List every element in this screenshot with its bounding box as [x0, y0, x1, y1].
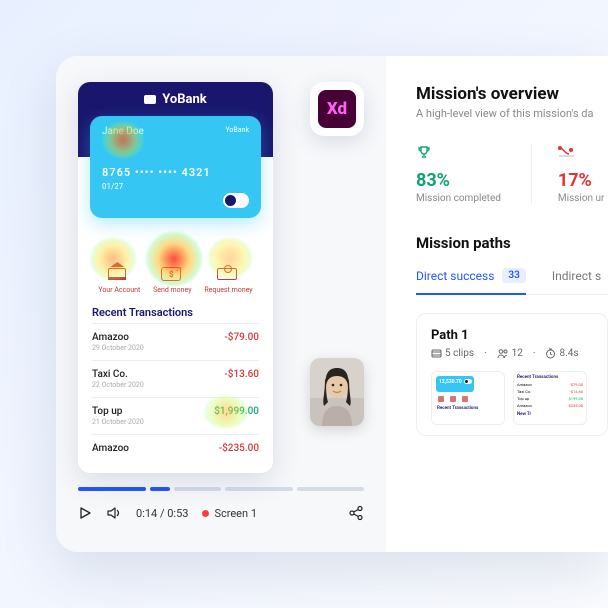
- scrub-bar[interactable]: [78, 487, 364, 491]
- tab-indirect[interactable]: Indirect s: [552, 268, 601, 294]
- completed-label: Mission completed: [416, 193, 501, 204]
- card-bank-label: YoBank: [225, 126, 249, 134]
- request-money-icon: [217, 268, 237, 280]
- transaction-amount: -$79.00: [224, 332, 259, 343]
- tab-count-badge: 33: [502, 268, 525, 283]
- share-button[interactable]: [348, 505, 364, 521]
- overview-title: Mission's overview: [416, 84, 608, 104]
- duration-meta: 8.4s: [545, 348, 578, 359]
- card-toggle[interactable]: [223, 193, 249, 208]
- incomplete-percent: 17%: [558, 170, 605, 191]
- bank-icon: [108, 268, 126, 280]
- transaction-row[interactable]: Amazoo -$235.00: [92, 434, 259, 463]
- path-thumbnail[interactable]: Recent Transactions Amazoo-$79.00 Taxi C…: [513, 371, 587, 425]
- overview-subtitle: A high-level view of this mission's da: [416, 107, 608, 120]
- record-dot-icon: [202, 510, 209, 517]
- playback-time: 0:14 / 0:53: [136, 507, 188, 520]
- participant-avatar[interactable]: [310, 358, 364, 426]
- tab-direct-success[interactable]: Direct success 33: [416, 268, 526, 295]
- transaction-amount: -$235.00: [219, 443, 259, 454]
- paths-title: Mission paths: [416, 234, 608, 252]
- card-expiry: 01/27: [102, 182, 123, 191]
- screen-indicator: Screen 1: [202, 507, 257, 520]
- completed-percent: 83%: [416, 170, 501, 191]
- play-button[interactable]: [78, 506, 92, 520]
- bank-card[interactable]: Jane Doe YoBank 8765 •••• •••• 4321 01/2…: [90, 116, 261, 218]
- send-money-icon: $: [161, 267, 181, 281]
- path-card[interactable]: Path 1 5 clips · 12 · 8.4s: [416, 313, 608, 436]
- stat-completed: 83% Mission completed: [416, 144, 501, 204]
- clock-icon: [545, 348, 556, 359]
- app-logo-icon: [144, 95, 156, 104]
- action-request-money[interactable]: Request money: [204, 265, 252, 294]
- action-account-label: Your Account: [98, 286, 140, 294]
- transaction-amount: $1,999.00: [214, 406, 259, 417]
- action-account[interactable]: Your Account: [98, 265, 140, 294]
- transaction-row[interactable]: Taxi Co.22 October 2020 -$13.60: [92, 360, 259, 397]
- phone-mockup: YoBank Jane Doe YoBank 8765 •••• •••• 43…: [78, 82, 273, 473]
- action-request-label: Request money: [204, 286, 252, 294]
- clips-meta: 5 clips: [431, 348, 474, 359]
- app-window: YoBank Jane Doe YoBank 8765 •••• •••• 43…: [56, 56, 608, 552]
- transactions-title: Recent Transactions: [92, 306, 259, 323]
- sound-button[interactable]: [106, 506, 122, 520]
- action-send-money[interactable]: $ Send money: [153, 265, 191, 294]
- stat-incomplete: 17% Mission ur: [531, 144, 605, 204]
- adobe-xd-icon: Xd: [318, 90, 356, 128]
- clips-icon: [431, 348, 442, 359]
- path-tabs: Direct success 33 Indirect s: [416, 268, 608, 295]
- trend-down-icon: [558, 144, 605, 160]
- people-meta: 12: [497, 348, 523, 359]
- path-title: Path 1: [431, 328, 593, 343]
- player-controls: 0:14 / 0:53 Screen 1: [56, 473, 386, 521]
- player-panel: YoBank Jane Doe YoBank 8765 •••• •••• 43…: [56, 56, 386, 552]
- adobe-xd-badge[interactable]: Xd: [310, 82, 364, 136]
- trophy-icon: [416, 144, 501, 160]
- path-thumbnail[interactable]: 12,530.70 Recent Transactions: [431, 371, 505, 425]
- app-name: YoBank: [162, 92, 206, 107]
- transaction-amount: -$13.60: [224, 369, 259, 380]
- card-number: 8765 •••• •••• 4321: [102, 166, 211, 179]
- transaction-row[interactable]: Amazoo29 October 2020 -$79.00: [92, 323, 259, 360]
- overview-panel: Mission's overview A high-level view of …: [386, 56, 608, 552]
- people-icon: [497, 348, 509, 359]
- transaction-row[interactable]: Top up21 October 2020 $1,999.00: [92, 397, 259, 434]
- incomplete-label: Mission ur: [558, 193, 605, 204]
- action-send-label: Send money: [153, 286, 191, 294]
